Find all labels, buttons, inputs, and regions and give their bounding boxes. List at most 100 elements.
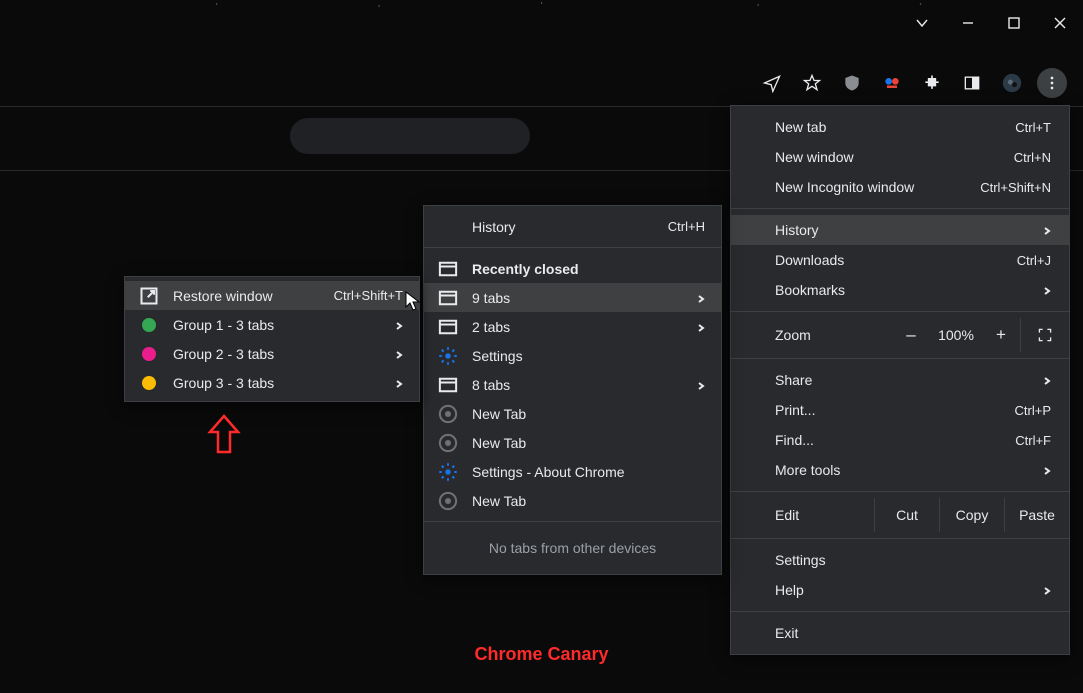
menu-find[interactable]: Find...Ctrl+F [731, 425, 1069, 455]
caption: Chrome Canary [0, 644, 1083, 665]
history-item-label: Settings - About Chrome [472, 464, 705, 480]
menu-print[interactable]: Print...Ctrl+P [731, 395, 1069, 425]
chevron-right-icon [695, 319, 705, 335]
chevron-right-icon [393, 317, 403, 333]
zoom-value: 100% [930, 327, 982, 343]
minimize-button[interactable] [945, 0, 991, 46]
history-open[interactable]: History Ctrl+H [424, 212, 721, 241]
menu-help[interactable]: Help [731, 575, 1069, 605]
edit-copy[interactable]: Copy [939, 498, 1004, 532]
menu-new-window[interactable]: New windowCtrl+N [731, 142, 1069, 172]
toolbar [757, 68, 1083, 98]
kebab-menu-icon[interactable] [1037, 68, 1067, 98]
zoom-in-button[interactable]: + [982, 325, 1020, 345]
edit-paste[interactable]: Paste [1004, 498, 1069, 532]
menu-separator [424, 247, 721, 248]
group-color-dot [139, 315, 159, 335]
menu-zoom: Zoom – 100% + [731, 318, 1069, 352]
star-icon[interactable] [797, 68, 827, 98]
zoom-out-button[interactable]: – [892, 325, 930, 345]
chrome-icon [438, 404, 458, 424]
chevron-right-icon [1041, 582, 1051, 598]
edit-cut[interactable]: Cut [874, 498, 939, 532]
menu-separator [731, 208, 1069, 209]
chrome-icon [438, 491, 458, 511]
history-item[interactable]: New Tab [424, 428, 721, 457]
privacy-badger-icon[interactable] [877, 68, 907, 98]
history-item[interactable]: 9 tabs [424, 283, 721, 312]
menu-separator [731, 611, 1069, 612]
history-item-label: New Tab [472, 406, 705, 422]
menu-history[interactable]: History [731, 215, 1069, 245]
menu-separator [731, 311, 1069, 312]
tab-group-label: Group 3 - 3 tabs [173, 375, 377, 391]
window-icon [438, 375, 458, 395]
tab-group-label: Group 1 - 3 tabs [173, 317, 377, 333]
chevron-right-icon [1041, 222, 1051, 238]
menu-new-incognito[interactable]: New Incognito windowCtrl+Shift+N [731, 172, 1069, 202]
sidepanel-icon[interactable] [957, 68, 987, 98]
chevron-right-icon [1041, 462, 1051, 478]
tab-group-item[interactable]: Group 2 - 3 tabs [125, 339, 419, 368]
close-button[interactable] [1037, 0, 1083, 46]
history-item[interactable]: New Tab [424, 486, 721, 515]
history-item-label: 9 tabs [472, 290, 679, 306]
annotation-arrow-icon [204, 412, 244, 459]
menu-separator [731, 358, 1069, 359]
history-item-label: New Tab [472, 435, 705, 451]
maximize-button[interactable] [991, 0, 1037, 46]
history-item-label: New Tab [472, 493, 705, 509]
group-color-dot [139, 373, 159, 393]
history-item[interactable]: 8 tabs [424, 370, 721, 399]
menu-separator [731, 491, 1069, 492]
gear-icon [438, 462, 458, 482]
extensions-icon[interactable] [917, 68, 947, 98]
group-color-dot [139, 344, 159, 364]
menu-separator [731, 538, 1069, 539]
tab-group-item[interactable]: Group 3 - 3 tabs [125, 368, 419, 397]
menu-edit-row: Edit Cut Copy Paste [731, 498, 1069, 532]
history-item-label: Settings [472, 348, 705, 364]
edit-label: Edit [731, 507, 874, 523]
chrome-icon [438, 433, 458, 453]
gear-icon [438, 346, 458, 366]
chrome-main-menu: New tabCtrl+T New windowCtrl+N New Incog… [730, 105, 1070, 655]
menu-downloads[interactable]: DownloadsCtrl+J [731, 245, 1069, 275]
history-item[interactable]: Settings - About Chrome [424, 457, 721, 486]
menu-share[interactable]: Share [731, 365, 1069, 395]
fullscreen-button[interactable] [1020, 318, 1069, 352]
window-icon [438, 259, 458, 279]
chevron-right-icon [695, 377, 705, 393]
ublock-icon[interactable] [837, 68, 867, 98]
tab-group-item[interactable]: Group 1 - 3 tabs [125, 310, 419, 339]
history-item[interactable]: New Tab [424, 399, 721, 428]
chevron-right-icon [393, 375, 403, 391]
profile-avatar[interactable] [997, 68, 1027, 98]
chevron-right-icon [393, 346, 403, 362]
zoom-label: Zoom [731, 327, 845, 343]
chevron-right-icon [1041, 372, 1051, 388]
chevron-right-icon [1041, 282, 1051, 298]
tab-group-label: Group 2 - 3 tabs [173, 346, 377, 362]
menu-settings[interactable]: Settings [731, 545, 1069, 575]
send-icon[interactable] [757, 68, 787, 98]
history-item-label: 2 tabs [472, 319, 679, 335]
restore-window-submenu: Restore window Ctrl+Shift+T Group 1 - 3 … [124, 276, 420, 402]
menu-new-tab[interactable]: New tabCtrl+T [731, 112, 1069, 142]
window-icon [438, 317, 458, 337]
menu-separator [424, 521, 721, 522]
window-controls [899, 0, 1083, 46]
history-submenu: History Ctrl+H Recently closed 9 tabs 2 t… [423, 205, 722, 575]
dropdown-caret-icon[interactable] [899, 0, 945, 46]
menu-more-tools[interactable]: More tools [731, 455, 1069, 485]
history-item[interactable]: Settings [424, 341, 721, 370]
history-item[interactable]: 2 tabs [424, 312, 721, 341]
menu-bookmarks[interactable]: Bookmarks [731, 275, 1069, 305]
chevron-right-icon [695, 290, 705, 306]
recently-closed-header: Recently closed [424, 254, 721, 283]
open-external-icon [139, 286, 159, 306]
no-tabs-other-devices: No tabs from other devices [424, 528, 721, 568]
history-item-label: 8 tabs [472, 377, 679, 393]
search-pill[interactable] [290, 118, 530, 154]
restore-window[interactable]: Restore window Ctrl+Shift+T [125, 281, 419, 310]
